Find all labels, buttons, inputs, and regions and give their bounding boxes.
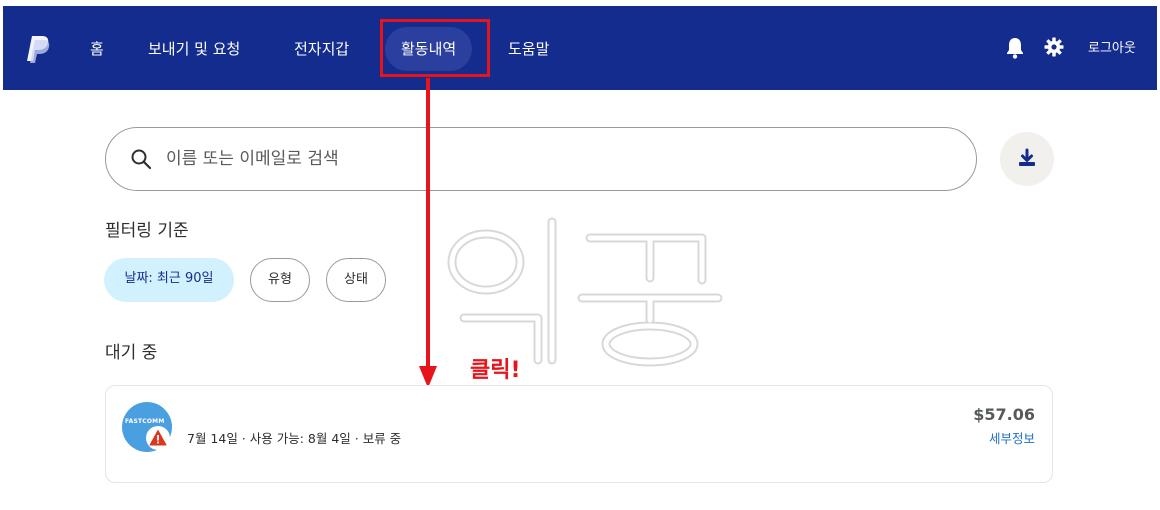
logout-link[interactable]: 로그아웃 (1088, 27, 1136, 71)
highlight-box (380, 19, 490, 77)
bell-icon[interactable] (1005, 37, 1025, 59)
warning-badge (146, 426, 170, 450)
top-navigation-bar: 홈 보내기 및 요청 전자지갑 활동내역 도움말 로그아웃 (3, 6, 1157, 90)
download-button[interactable] (1000, 132, 1054, 186)
merchant-logo-text: FASTCOMM (125, 418, 165, 425)
transaction-meta: 7월 14일 · 사용 가능: 8월 4일 · 보류 중 (187, 431, 402, 446)
nav-item-wallet[interactable]: 전자지갑 (294, 27, 349, 71)
gear-icon[interactable] (1044, 37, 1064, 57)
nav-item-home[interactable]: 홈 (90, 27, 104, 71)
nav-item-help[interactable]: 도움말 (508, 27, 549, 71)
filter-chip-status[interactable]: 상태 (326, 258, 386, 302)
search-bar[interactable] (105, 127, 977, 191)
search-icon (131, 149, 152, 170)
watermark (447, 217, 723, 367)
nav-item-send-request[interactable]: 보내기 및 요청 (148, 27, 240, 71)
paypal-logo-icon[interactable] (25, 34, 51, 64)
filter-chip-date[interactable]: 날짜: 최근 90일 (104, 258, 234, 302)
pending-heading: 대기 중 (105, 343, 158, 363)
filter-chip-type[interactable]: 유형 (250, 258, 310, 302)
annotation-arrow-line (426, 78, 430, 368)
filter-heading: 필터링 기준 (105, 221, 189, 241)
transaction-amount: $57.06 (973, 405, 1035, 424)
details-link[interactable]: 세부정보 (989, 428, 1035, 447)
download-icon (1019, 148, 1035, 166)
warning-icon (149, 430, 167, 446)
search-input[interactable] (166, 140, 946, 178)
transaction-card[interactable]: FASTCOMM 7월 14일 · 사용 가능: 8월 4일 · 보류 중 $5… (105, 385, 1053, 483)
annotation-click-label: 클릭! (470, 358, 521, 383)
